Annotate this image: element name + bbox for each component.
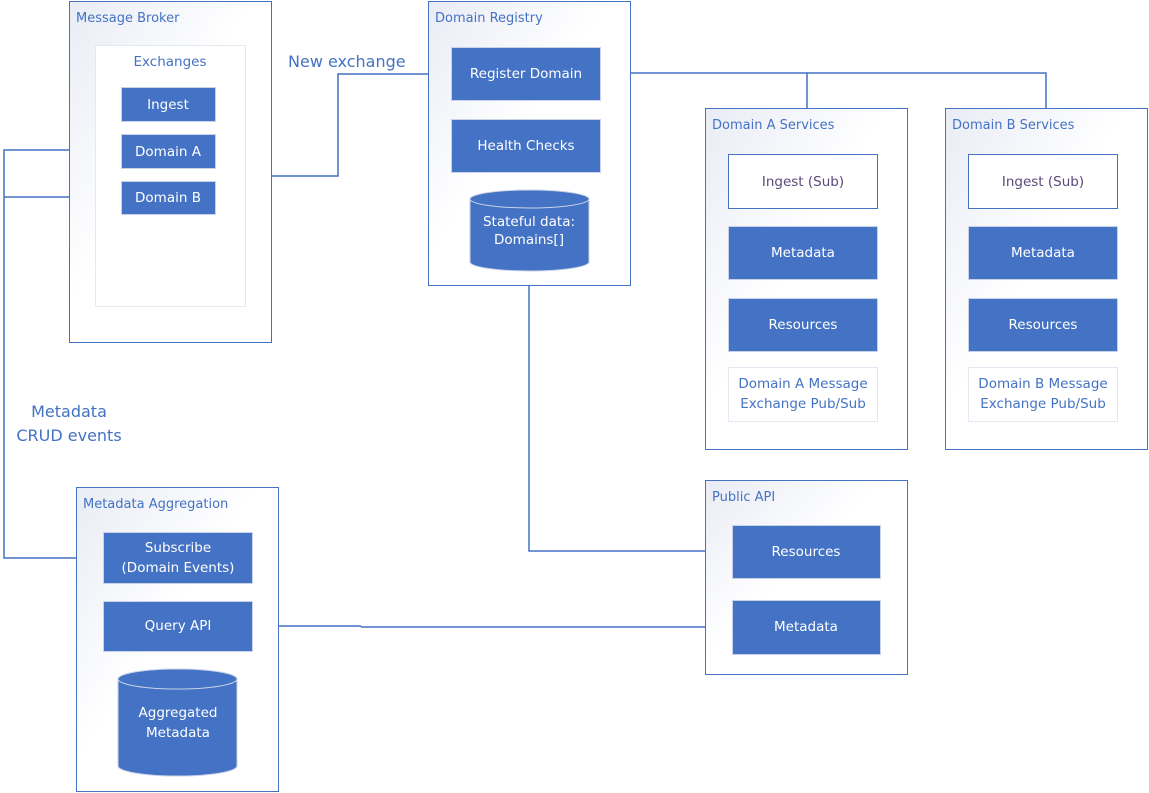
domain-a-ingest-label: Ingest (Sub) [762,174,844,190]
health-checks-label: Health Checks [477,138,574,154]
public-api-group: Public API Resources Metadata [705,480,908,675]
domain-a-resources-label: Resources [769,317,838,333]
aggregated-metadata-line1: Aggregated [139,705,218,721]
query-api-label: Query API [145,618,212,634]
exchanges-container [95,45,246,307]
domain-registry-group: Domain Registry Register Domain Health C… [428,1,631,286]
message-broker-title: Message Broker [76,11,180,26]
public-api-resources-label: Resources [772,544,841,560]
new-exchange-connector [246,73,451,181]
architecture-diagram: New exchange Metadata CRUD events Messag… [3,1,1148,792]
domain-b-resources-label: Resources [1009,317,1078,333]
crud-label-line2: CRUD events [16,426,121,445]
query-api-connector [252,622,732,632]
stateful-data-line2: Domains[] [494,232,564,248]
aggregated-metadata-database-icon [117,668,238,777]
domain-b-ingest-label: Ingest (Sub) [1002,174,1084,190]
domain-a-register-connector [600,68,808,108]
domain-b-metadata-label: Metadata [1011,245,1075,261]
aggregated-metadata-line2: Metadata [146,725,210,741]
exchange-domain-a-label: Domain A [135,144,202,160]
domain-b-exchange-line1: Domain B Message [978,376,1107,392]
crud-label-line1: Metadata [31,402,107,421]
domain-a-metadata-label: Metadata [771,245,835,261]
message-broker-group: Message Broker Exchanges Ingest Domain A… [69,1,272,343]
domain-a-title: Domain A Services [712,118,835,133]
domain-b-title: Domain B Services [952,118,1075,133]
domain-a-exchange-line1: Domain A Message [738,376,867,392]
stateful-data-line1: Stateful data: [483,214,575,230]
exchange-ingest-label: Ingest [147,97,189,113]
new-exchange-label: New exchange [288,52,406,71]
subscribe-line1: Subscribe [145,540,211,556]
domain-registry-title: Domain Registry [435,11,543,26]
exchange-domain-b-label: Domain B [135,190,201,206]
registry-public-api-connector [528,285,732,556]
domain-a-exchange-line2: Exchange Pub/Sub [740,396,866,412]
register-domain-label: Register Domain [470,66,582,82]
stateful-data-database-icon [469,189,590,272]
domain-b-register-connector [807,72,1047,108]
public-api-metadata-label: Metadata [774,619,838,635]
public-api-title: Public API [712,490,775,505]
subscribe-line2: (Domain Events) [122,560,235,576]
domain-a-services-group: Domain A Services Ingest (Sub) Metadata … [705,108,908,450]
domain-b-exchange-line2: Exchange Pub/Sub [980,396,1106,412]
metadata-aggregation-title: Metadata Aggregation [83,497,228,512]
exchanges-title: Exchanges [134,54,207,70]
domain-b-services-group: Domain B Services Ingest (Sub) Metadata … [945,108,1148,450]
metadata-aggregation-group: Metadata Aggregation Subscribe (Domain E… [76,487,279,792]
